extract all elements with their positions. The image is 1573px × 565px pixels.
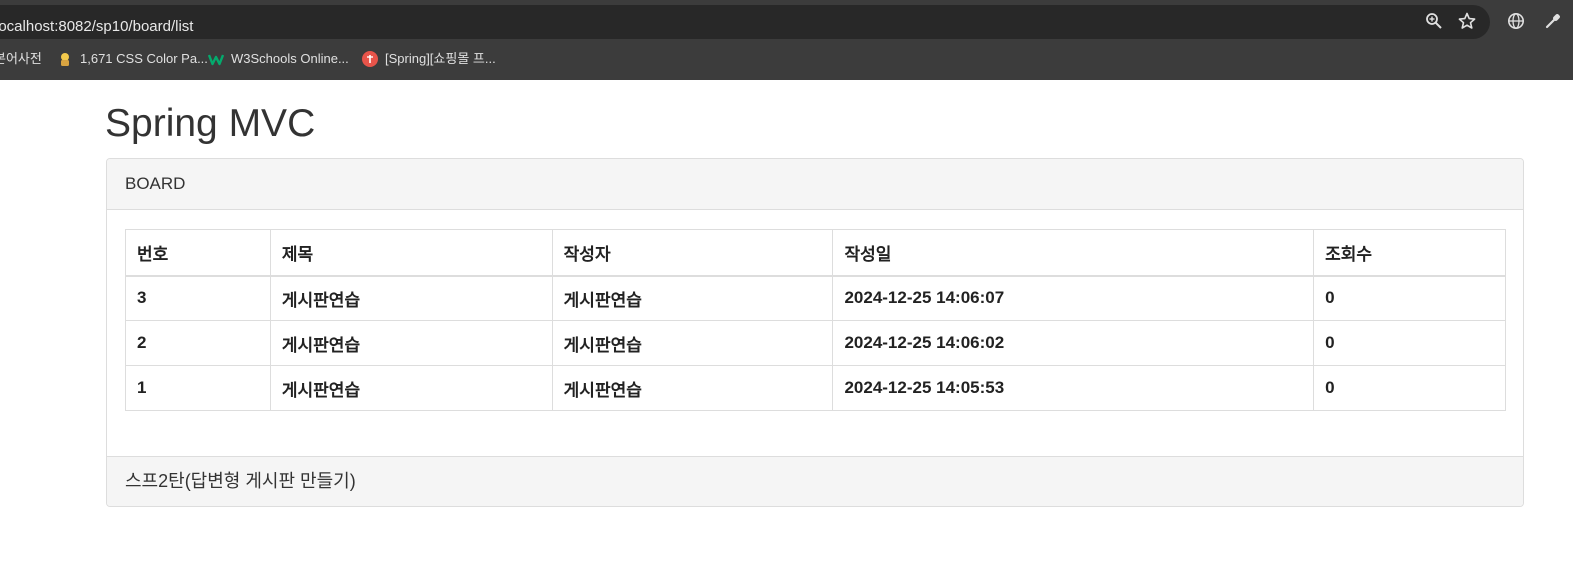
cell-title: 게시판연습: [269, 365, 553, 411]
cell-number: 2: [125, 320, 271, 366]
cell-number: 1: [125, 365, 271, 411]
cell-date: 2024-12-25 14:06:02: [832, 320, 1315, 366]
cell-title: 게시판연습: [269, 320, 553, 366]
table-row[interactable]: 1 게시판연습 게시판연습 2024-12-25 14:05:53 0: [125, 365, 1506, 411]
cell-views: 0: [1313, 365, 1506, 411]
column-header-date: 작성일: [832, 229, 1315, 277]
cell-writer: 게시판연습: [551, 320, 834, 366]
browser-chrome: localhost:8082/sp10/board/list 본어사전 1,67…: [0, 0, 1573, 80]
cell-views: 0: [1313, 320, 1506, 366]
eyedropper-icon[interactable]: [1544, 12, 1562, 30]
w3schools-icon: [208, 51, 224, 67]
cell-number: 3: [125, 275, 271, 321]
column-header-writer: 작성자: [551, 229, 834, 277]
palette-icon: [57, 51, 73, 67]
board-panel: BOARD 번호 제목 작성자 작성일 조회수 3 게시판연습 게시판연습 20…: [106, 158, 1524, 507]
table-row[interactable]: 2 게시판연습 게시판연습 2024-12-25 14:06:02 0: [125, 320, 1506, 366]
bookmark-label: W3Schools Online...: [231, 51, 349, 66]
zoom-icon[interactable]: [1425, 12, 1443, 30]
url-text[interactable]: localhost:8082/sp10/board/list: [0, 18, 193, 36]
cell-date: 2024-12-25 14:06:07: [832, 275, 1315, 321]
board-table: 번호 제목 작성자 작성일 조회수 3 게시판연습 게시판연습 2024-12-…: [125, 229, 1506, 411]
panel-heading: BOARD: [107, 159, 1523, 210]
bookmarks-bar: 본어사전 1,671 CSS Color Pa... W3Schools Onl…: [0, 48, 1573, 70]
translate-icon[interactable]: [1507, 12, 1525, 30]
table-row[interactable]: 3 게시판연습 게시판연습 2024-12-25 14:06:07 0: [125, 275, 1506, 321]
cell-writer: 게시판연습: [551, 275, 834, 321]
star-icon[interactable]: [1458, 12, 1476, 30]
cell-title: 게시판연습: [269, 275, 553, 321]
cell-writer: 게시판연습: [551, 365, 834, 411]
column-header-views: 조회수: [1313, 229, 1506, 277]
page-title: Spring MVC: [105, 102, 316, 145]
column-header-title: 제목: [269, 229, 553, 277]
bookmark-item[interactable]: W3Schools Online...: [208, 48, 349, 70]
bookmark-label: [Spring][쇼핑몰 프...: [385, 51, 496, 66]
panel-footer: 스프2탄(답변형 게시판 만들기): [107, 456, 1523, 506]
column-header-number: 번호: [125, 229, 271, 277]
address-bar[interactable]: localhost:8082/sp10/board/list: [0, 5, 1490, 39]
panel-body: 번호 제목 작성자 작성일 조회수 3 게시판연습 게시판연습 2024-12-…: [107, 210, 1523, 458]
bookmark-label: 1,671 CSS Color Pa...: [80, 51, 208, 66]
table-header-row: 번호 제목 작성자 작성일 조회수: [125, 229, 1506, 277]
bookmark-item[interactable]: [Spring][쇼핑몰 프...: [362, 48, 496, 70]
bookmark-item[interactable]: 본어사전: [0, 48, 42, 70]
cell-views: 0: [1313, 275, 1506, 321]
bookmark-label: 본어사전: [0, 51, 42, 66]
cell-date: 2024-12-25 14:05:53: [832, 365, 1315, 411]
bookmark-item[interactable]: 1,671 CSS Color Pa...: [57, 48, 208, 70]
bookmark-site-icon: [362, 51, 378, 67]
